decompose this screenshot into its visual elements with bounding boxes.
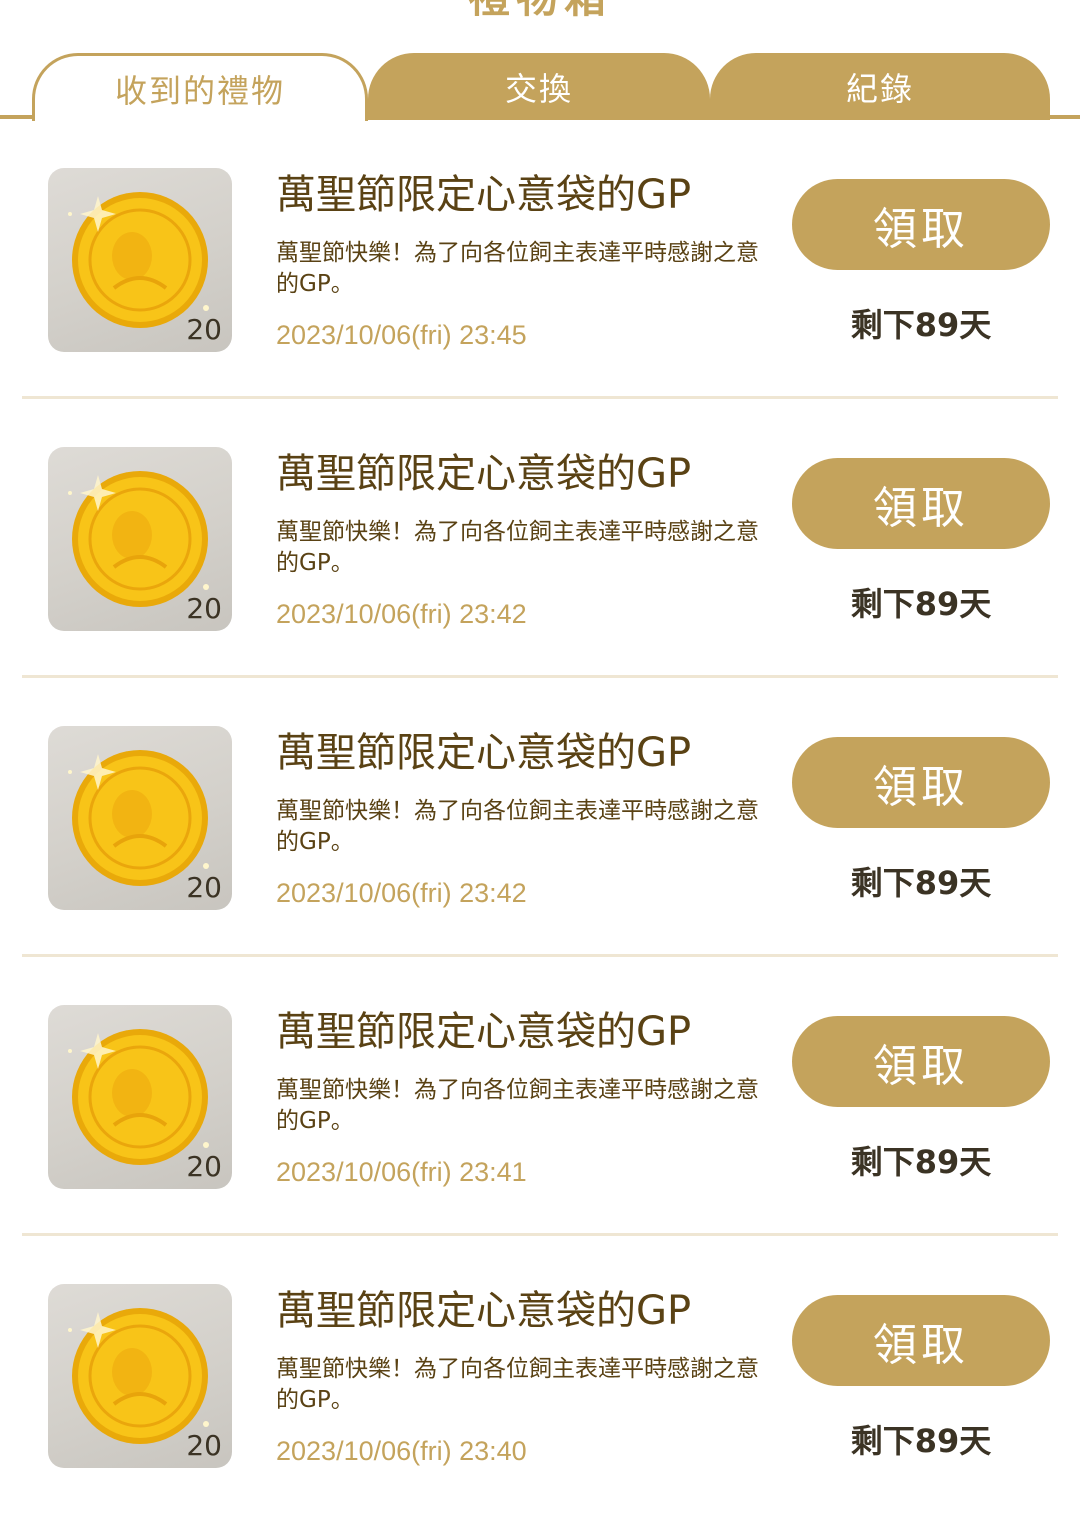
claim-button[interactable]: 領取	[792, 458, 1050, 549]
gift-description: 萬聖節快樂！為了向各位飼主表達平時感謝之意的GP。	[276, 1077, 759, 1134]
divider	[22, 396, 1058, 399]
remaining-days: 剩下89天	[850, 864, 992, 902]
gift-timestamp: 2023/10/06(fri) 23:42	[276, 878, 527, 908]
tab-received-gifts[interactable]: 收到的禮物	[32, 53, 368, 121]
gift-item: 20 萬聖節限定心意袋的GP 萬聖節快樂！為了向各位飼主表達平時感謝之意的GP。…	[0, 140, 1080, 419]
remaining-days: 剩下89天	[850, 1143, 992, 1181]
tab-bar: 收到的禮物 交換 紀錄	[0, 0, 1080, 125]
gift-item: 20 萬聖節限定心意袋的GP 萬聖節快樂！為了向各位飼主表達平時感謝之意的GP。…	[0, 698, 1080, 977]
gift-list: 20 萬聖節限定心意袋的GP 萬聖節快樂！為了向各位飼主表達平時感謝之意的GP。…	[0, 140, 1080, 1535]
claim-button[interactable]: 領取	[792, 737, 1050, 828]
claim-button[interactable]: 領取	[792, 179, 1050, 270]
gift-thumbnail: 20	[48, 1005, 232, 1189]
gift-title: 萬聖節限定心意袋的GP	[276, 172, 692, 218]
gift-thumbnail: 20	[48, 726, 232, 910]
claim-button[interactable]: 領取	[792, 1295, 1050, 1386]
gift-timestamp: 2023/10/06(fri) 23:42	[276, 599, 527, 629]
remaining-days: 剩下89天	[850, 1422, 992, 1460]
tab-exchange[interactable]: 交換	[368, 53, 710, 120]
divider	[22, 954, 1058, 957]
divider	[22, 1233, 1058, 1236]
gift-thumbnail: 20	[48, 1284, 232, 1468]
gift-item: 20 萬聖節限定心意袋的GP 萬聖節快樂！為了向各位飼主表達平時感謝之意的GP。…	[0, 1256, 1080, 1535]
divider	[22, 675, 1058, 678]
gift-timestamp: 2023/10/06(fri) 23:40	[276, 1436, 527, 1466]
remaining-days: 剩下89天	[850, 585, 992, 623]
gift-title: 萬聖節限定心意袋的GP	[276, 451, 692, 497]
tab-records[interactable]: 紀錄	[710, 53, 1050, 120]
gift-description: 萬聖節快樂！為了向各位飼主表達平時感謝之意的GP。	[276, 240, 759, 297]
gift-item: 20 萬聖節限定心意袋的GP 萬聖節快樂！為了向各位飼主表達平時感謝之意的GP。…	[0, 419, 1080, 698]
gift-description: 萬聖節快樂！為了向各位飼主表達平時感謝之意的GP。	[276, 798, 759, 855]
gift-timestamp: 2023/10/06(fri) 23:41	[276, 1157, 527, 1187]
gift-quantity: 20	[186, 1150, 222, 1183]
gift-title: 萬聖節限定心意袋的GP	[276, 1009, 692, 1055]
gift-quantity: 20	[186, 871, 222, 904]
gift-item: 20 萬聖節限定心意袋的GP 萬聖節快樂！為了向各位飼主表達平時感謝之意的GP。…	[0, 977, 1080, 1256]
gift-title: 萬聖節限定心意袋的GP	[276, 730, 692, 776]
gift-description: 萬聖節快樂！為了向各位飼主表達平時感謝之意的GP。	[276, 519, 759, 576]
gift-thumbnail: 20	[48, 447, 232, 631]
gift-timestamp: 2023/10/06(fri) 23:45	[276, 320, 527, 350]
gift-quantity: 20	[186, 1429, 222, 1462]
gift-title: 萬聖節限定心意袋的GP	[276, 1288, 692, 1334]
remaining-days: 剩下89天	[850, 306, 992, 344]
claim-button[interactable]: 領取	[792, 1016, 1050, 1107]
gift-quantity: 20	[186, 313, 222, 346]
gift-description: 萬聖節快樂！為了向各位飼主表達平時感謝之意的GP。	[276, 1356, 759, 1413]
gift-thumbnail: 20	[48, 168, 232, 352]
gift-quantity: 20	[186, 592, 222, 625]
